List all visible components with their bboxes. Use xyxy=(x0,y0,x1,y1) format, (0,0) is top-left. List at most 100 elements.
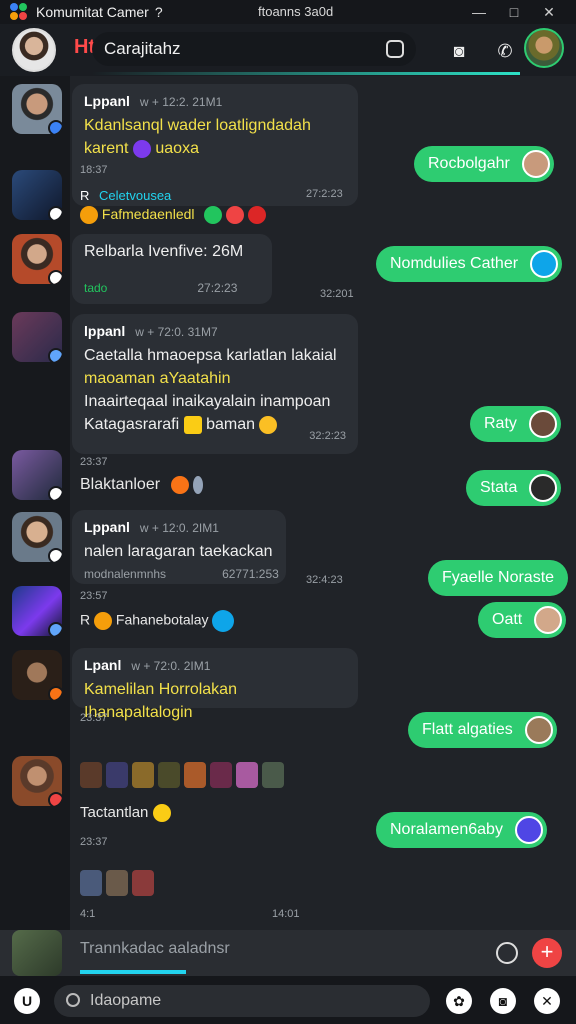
bottom-toolbar: U Idaopame ✿ ◙ ✕ xyxy=(0,976,576,1024)
image-thumbnail[interactable] xyxy=(106,762,128,788)
message-text: Fafmedaenledl xyxy=(80,206,267,225)
image-thumbnail[interactable] xyxy=(262,762,284,788)
reply-line: R Celetvousea xyxy=(80,188,171,203)
phone-icon[interactable]: ✆ xyxy=(494,40,516,62)
incoming-message[interactable]: Lppanl w + 12:0. 2IM1 nalen laragaran tae… xyxy=(72,510,286,584)
message-text: Tactantlan xyxy=(80,804,171,823)
message-timestamp: w + 72:0. 2IM1 xyxy=(131,659,211,673)
sender-avatar xyxy=(514,816,543,844)
image-thumbnail[interactable] xyxy=(106,870,128,896)
member-rail xyxy=(0,76,70,930)
image-thumbnail[interactable] xyxy=(210,762,232,788)
app-logo-icon xyxy=(10,3,28,21)
message-text: Kdanlsanql wader loatligndadah xyxy=(84,117,311,134)
composer: Trannkadac aaladnsr + xyxy=(0,930,576,976)
image-thumbnail[interactable] xyxy=(132,762,154,788)
search-field[interactable]: Idaopame xyxy=(54,985,430,1017)
message-time: 62771:253 xyxy=(222,567,279,581)
message-time: 23:57 xyxy=(80,590,108,602)
emoji-icon xyxy=(248,206,267,225)
outgoing-message[interactable]: Fyaelle Noraste xyxy=(428,560,569,596)
emoji-icon xyxy=(80,206,98,225)
outgoing-message[interactable]: Raty xyxy=(470,406,561,442)
outgoing-message[interactable]: Flatt algaties xyxy=(408,712,557,748)
image-strip[interactable] xyxy=(80,870,154,896)
channel-title-box[interactable]: Carajitahz xyxy=(92,32,416,66)
rail-avatar[interactable] xyxy=(12,312,62,362)
outgoing-message[interactable]: Nomdulies Cather xyxy=(376,246,563,282)
settings-icon[interactable]: ✿ xyxy=(446,988,472,1014)
message-time: 27:2:23 xyxy=(197,281,238,295)
camera-icon[interactable]: ◙ xyxy=(448,40,470,62)
message-timestamp: w + 12:2. 21M1 xyxy=(139,95,223,109)
minimize-button[interactable]: — xyxy=(462,0,496,24)
image-strip[interactable] xyxy=(80,762,284,788)
rail-avatar[interactable] xyxy=(12,234,62,284)
tools-icon[interactable]: ✕ xyxy=(534,988,560,1014)
camera-icon[interactable]: ◙ xyxy=(490,988,516,1014)
outgoing-message[interactable]: Stata xyxy=(466,470,562,506)
image-thumbnail[interactable] xyxy=(80,870,102,896)
rail-avatar[interactable] xyxy=(12,586,62,636)
message-text: Caetalla hmaoepsa karlatlan lakaial xyxy=(84,347,337,364)
sender-name: Lpanl xyxy=(84,657,122,673)
message-time: 23:37 xyxy=(80,836,108,848)
message-text: Fyaelle Noraste xyxy=(442,569,555,586)
close-button[interactable]: ✕ xyxy=(532,0,566,24)
clock-icon[interactable] xyxy=(496,942,518,964)
rail-avatar[interactable] xyxy=(12,84,62,134)
sender-name: Lppanl xyxy=(84,93,130,109)
message-text: Rocbolgahr xyxy=(428,155,510,172)
message-body: Blaktanloer xyxy=(80,476,161,494)
home-icon[interactable]: U xyxy=(14,988,40,1014)
outgoing-message[interactable]: Noralamen6aby xyxy=(376,812,547,848)
my-avatar[interactable] xyxy=(12,28,56,72)
message-input[interactable]: Trannkadac aaladnsr xyxy=(80,940,230,958)
sender-name: lppanl xyxy=(84,323,126,339)
info-icon[interactable] xyxy=(386,40,404,58)
message-time: 23:37 xyxy=(80,712,108,724)
incoming-message[interactable]: Relbarla Ivenfive: 26M tado 27:2:23 xyxy=(72,234,272,304)
outgoing-message[interactable]: Rocbolgahr xyxy=(414,146,554,182)
image-thumbnail[interactable] xyxy=(236,762,258,788)
message-text: nalen laragaran taekackan xyxy=(84,543,273,560)
add-button[interactable]: + xyxy=(532,938,562,968)
message-text: Raty xyxy=(484,415,517,432)
image-thumbnail[interactable] xyxy=(184,762,206,788)
incoming-message[interactable]: Lpanl w + 72:0. 2IM1 Kamelilan Horrolakan… xyxy=(72,648,358,721)
message-time: 27:2:23 xyxy=(306,188,343,200)
rail-avatar[interactable] xyxy=(12,756,62,806)
composer-avatar[interactable] xyxy=(12,930,62,976)
emoji-icon xyxy=(183,415,202,434)
emoji-icon xyxy=(212,610,235,632)
message-text: uaoxa xyxy=(155,140,199,157)
rail-avatar[interactable] xyxy=(12,170,62,220)
message-time: 23:37 xyxy=(80,456,108,468)
contact-avatar[interactable] xyxy=(524,28,564,68)
message-list[interactable]: Lppanl w + 12:2. 21M1 Kdanlsanql wader lo… xyxy=(70,76,576,930)
incoming-message[interactable]: lppanl w + 72:0. 31M7 Caetalla hmaoepsa k… xyxy=(72,314,358,454)
emoji-icon xyxy=(226,206,245,225)
message-time: 32:2:23 xyxy=(309,430,346,442)
message-text: Noralamen6aby xyxy=(390,821,503,838)
sender-avatar xyxy=(528,410,557,438)
rail-avatar[interactable] xyxy=(12,512,62,562)
sender-name: Lppanl xyxy=(84,519,130,535)
emoji-icon xyxy=(192,476,203,494)
sender-avatar xyxy=(524,716,553,744)
message-text: Flatt algaties xyxy=(422,721,513,738)
outgoing-message[interactable]: Oatt xyxy=(478,602,567,638)
message-text: Oatt xyxy=(492,611,523,628)
rail-avatar[interactable] xyxy=(12,450,62,500)
maximize-button[interactable]: □ xyxy=(497,0,531,24)
image-thumbnail[interactable] xyxy=(158,762,180,788)
message-text: Kamelilan Horrolakan Ihanapaltalogin xyxy=(84,681,237,721)
rail-avatar[interactable] xyxy=(12,650,62,700)
emoji-icon xyxy=(94,612,113,630)
message-text: Nomdulies Cather xyxy=(390,255,519,272)
emoji-icon xyxy=(170,476,189,494)
emoji-icon xyxy=(204,206,223,225)
image-thumbnail[interactable] xyxy=(132,870,154,896)
image-thumbnail[interactable] xyxy=(80,762,102,788)
message-text: maoaman aYaatahin xyxy=(84,370,231,387)
